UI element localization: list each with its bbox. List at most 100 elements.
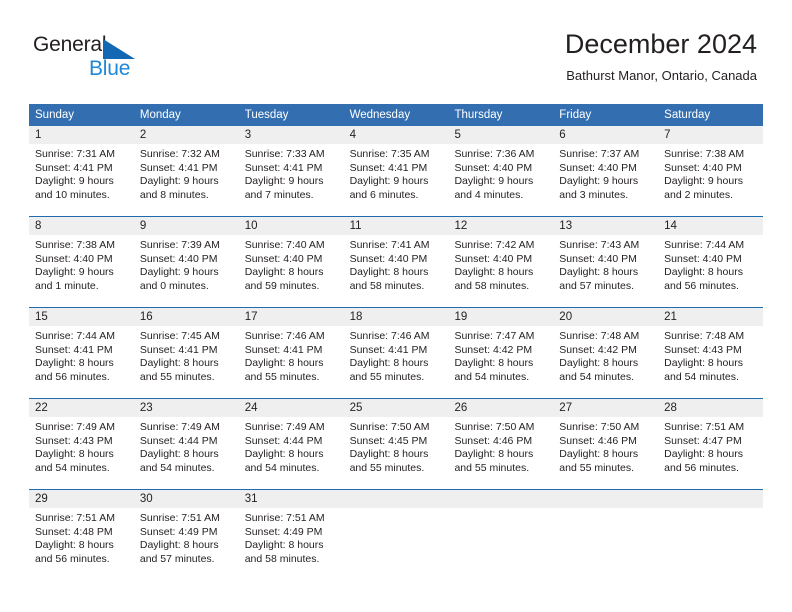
day-cell[interactable]: Sunrise: 7:36 AM Sunset: 4:40 PM Dayligh… <box>448 144 553 216</box>
day-cell[interactable]: Sunrise: 7:39 AM Sunset: 4:40 PM Dayligh… <box>134 235 239 307</box>
general-blue-logo[interactable]: General Blue <box>33 33 183 85</box>
day-number[interactable]: 30 <box>134 490 239 508</box>
day-number[interactable]: 15 <box>29 308 134 326</box>
day-cell[interactable]: Sunrise: 7:41 AM Sunset: 4:40 PM Dayligh… <box>344 235 449 307</box>
day-number[interactable]: 4 <box>344 126 449 144</box>
day-cell[interactable]: Sunrise: 7:47 AM Sunset: 4:42 PM Dayligh… <box>448 326 553 398</box>
daylight-text-line1: Daylight: 8 hours <box>559 357 639 370</box>
day-cell[interactable]: Sunrise: 7:37 AM Sunset: 4:40 PM Dayligh… <box>553 144 658 216</box>
day-cell[interactable]: Sunrise: 7:35 AM Sunset: 4:41 PM Dayligh… <box>344 144 449 216</box>
day-number[interactable]: 17 <box>239 308 344 326</box>
sunrise-text: Sunrise: 7:49 AM <box>35 421 115 433</box>
daylight-text-line2: and 54 minutes. <box>35 461 110 474</box>
day-number[interactable]: 20 <box>553 308 658 326</box>
day-cell[interactable]: Sunrise: 7:46 AM Sunset: 4:41 PM Dayligh… <box>239 326 344 398</box>
week-detail-strip: Sunrise: 7:38 AM Sunset: 4:40 PM Dayligh… <box>29 235 763 307</box>
day-cell-empty <box>448 508 553 580</box>
day-cell[interactable]: Sunrise: 7:38 AM Sunset: 4:40 PM Dayligh… <box>29 235 134 307</box>
day-number[interactable]: 16 <box>134 308 239 326</box>
sunrise-text: Sunrise: 7:47 AM <box>454 330 535 342</box>
day-cell[interactable]: Sunrise: 7:31 AM Sunset: 4:41 PM Dayligh… <box>29 144 134 216</box>
daylight-text-line1: Daylight: 9 hours <box>454 175 534 188</box>
day-number[interactable]: 21 <box>658 308 763 326</box>
daylight-text-line2: and 54 minutes. <box>559 370 635 383</box>
day-cell[interactable]: Sunrise: 7:33 AM Sunset: 4:41 PM Dayligh… <box>239 144 344 216</box>
day-cell[interactable]: Sunrise: 7:49 AM Sunset: 4:44 PM Dayligh… <box>134 417 239 489</box>
day-cell[interactable]: Sunrise: 7:51 AM Sunset: 4:48 PM Dayligh… <box>29 508 134 580</box>
day-number[interactable]: 31 <box>239 490 344 508</box>
daylight-text-line1: Daylight: 9 hours <box>35 175 114 188</box>
day-cell[interactable]: Sunrise: 7:44 AM Sunset: 4:41 PM Dayligh… <box>29 326 134 398</box>
day-cell[interactable]: Sunrise: 7:46 AM Sunset: 4:41 PM Dayligh… <box>344 326 449 398</box>
day-number[interactable]: 10 <box>239 217 344 235</box>
day-cell[interactable]: Sunrise: 7:44 AM Sunset: 4:40 PM Dayligh… <box>658 235 763 307</box>
daylight-text-line2: and 55 minutes. <box>454 461 530 474</box>
daylight-text-line1: Daylight: 9 hours <box>244 175 324 188</box>
logo-text-general: General <box>33 33 107 56</box>
day-cell-empty <box>553 508 658 580</box>
day-number[interactable]: 9 <box>134 217 239 235</box>
sunset-text: Sunset: 4:45 PM <box>349 434 428 447</box>
day-cell[interactable]: Sunrise: 7:38 AM Sunset: 4:40 PM Dayligh… <box>658 144 763 216</box>
day-cell[interactable]: Sunrise: 7:51 AM Sunset: 4:47 PM Dayligh… <box>658 417 763 489</box>
day-number[interactable]: 1 <box>29 126 134 144</box>
sunrise-text: Sunrise: 7:45 AM <box>139 330 220 342</box>
day-cell[interactable]: Sunrise: 7:50 AM Sunset: 4:45 PM Dayligh… <box>344 417 449 489</box>
daylight-text-line1: Daylight: 8 hours <box>664 357 743 370</box>
day-cell[interactable]: Sunrise: 7:48 AM Sunset: 4:43 PM Dayligh… <box>658 326 763 398</box>
day-number[interactable]: 23 <box>134 399 239 417</box>
day-cell[interactable]: Sunrise: 7:32 AM Sunset: 4:41 PM Dayligh… <box>134 144 239 216</box>
day-cell-empty <box>658 508 763 580</box>
daylight-text-line1: Daylight: 8 hours <box>454 448 534 461</box>
day-cell-empty <box>344 508 449 580</box>
sunrise-text: Sunrise: 7:40 AM <box>244 239 325 251</box>
day-number[interactable]: 22 <box>29 399 134 417</box>
day-number-empty <box>658 490 763 508</box>
day-cell[interactable]: Sunrise: 7:42 AM Sunset: 4:40 PM Dayligh… <box>448 235 553 307</box>
day-number[interactable]: 29 <box>29 490 134 508</box>
day-number[interactable]: 14 <box>658 217 763 235</box>
day-cell[interactable]: Sunrise: 7:49 AM Sunset: 4:44 PM Dayligh… <box>239 417 344 489</box>
day-number[interactable]: 24 <box>239 399 344 417</box>
day-number[interactable]: 28 <box>658 399 763 417</box>
daylight-text-line1: Daylight: 8 hours <box>139 357 219 370</box>
day-number[interactable]: 26 <box>448 399 553 417</box>
calendar-table: Sunday Monday Tuesday Wednesday Thursday… <box>29 104 763 580</box>
day-number[interactable]: 25 <box>344 399 449 417</box>
day-number[interactable]: 8 <box>29 217 134 235</box>
day-cell[interactable]: Sunrise: 7:50 AM Sunset: 4:46 PM Dayligh… <box>448 417 553 489</box>
title-block: December 2024 Bathurst Manor, Ontario, C… <box>565 28 757 84</box>
day-cell[interactable]: Sunrise: 7:48 AM Sunset: 4:42 PM Dayligh… <box>553 326 658 398</box>
day-number[interactable]: 18 <box>344 308 449 326</box>
sunrise-text: Sunrise: 7:32 AM <box>139 148 220 160</box>
day-number[interactable]: 5 <box>448 126 553 144</box>
daylight-text-line2: and 0 minutes. <box>139 279 209 292</box>
day-number[interactable]: 12 <box>448 217 553 235</box>
daylight-text-line2: and 56 minutes. <box>664 279 739 292</box>
day-number[interactable]: 3 <box>239 126 344 144</box>
day-number[interactable]: 13 <box>553 217 658 235</box>
daylight-text-line2: and 55 minutes. <box>559 461 635 474</box>
sunrise-text: Sunrise: 7:31 AM <box>35 148 115 160</box>
day-number[interactable]: 27 <box>553 399 658 417</box>
day-number[interactable]: 6 <box>553 126 658 144</box>
day-cell[interactable]: Sunrise: 7:43 AM Sunset: 4:40 PM Dayligh… <box>553 235 658 307</box>
page-subtitle: Bathurst Manor, Ontario, Canada <box>566 68 757 83</box>
day-cell[interactable]: Sunrise: 7:40 AM Sunset: 4:40 PM Dayligh… <box>239 235 344 307</box>
day-number[interactable]: 11 <box>344 217 449 235</box>
week-row: 22 23 24 25 26 27 28 Sunrise: 7:49 AM Su… <box>29 398 763 489</box>
daylight-text-line2: and 59 minutes. <box>244 279 320 292</box>
day-number[interactable]: 7 <box>658 126 763 144</box>
day-cell[interactable]: Sunrise: 7:49 AM Sunset: 4:43 PM Dayligh… <box>29 417 134 489</box>
day-cell[interactable]: Sunrise: 7:45 AM Sunset: 4:41 PM Dayligh… <box>134 326 239 398</box>
daylight-text-line2: and 55 minutes. <box>139 370 215 383</box>
day-number[interactable]: 19 <box>448 308 553 326</box>
day-cell[interactable]: Sunrise: 7:51 AM Sunset: 4:49 PM Dayligh… <box>239 508 344 580</box>
day-number[interactable]: 2 <box>134 126 239 144</box>
sunrise-text: Sunrise: 7:41 AM <box>349 239 430 251</box>
week-daynumber-strip: 8 9 10 11 12 13 14 <box>29 217 763 235</box>
day-cell[interactable]: Sunrise: 7:50 AM Sunset: 4:46 PM Dayligh… <box>553 417 658 489</box>
sunset-text: Sunset: 4:40 PM <box>454 161 533 174</box>
weekday-header-friday: Friday <box>559 109 592 121</box>
day-cell[interactable]: Sunrise: 7:51 AM Sunset: 4:49 PM Dayligh… <box>134 508 239 580</box>
